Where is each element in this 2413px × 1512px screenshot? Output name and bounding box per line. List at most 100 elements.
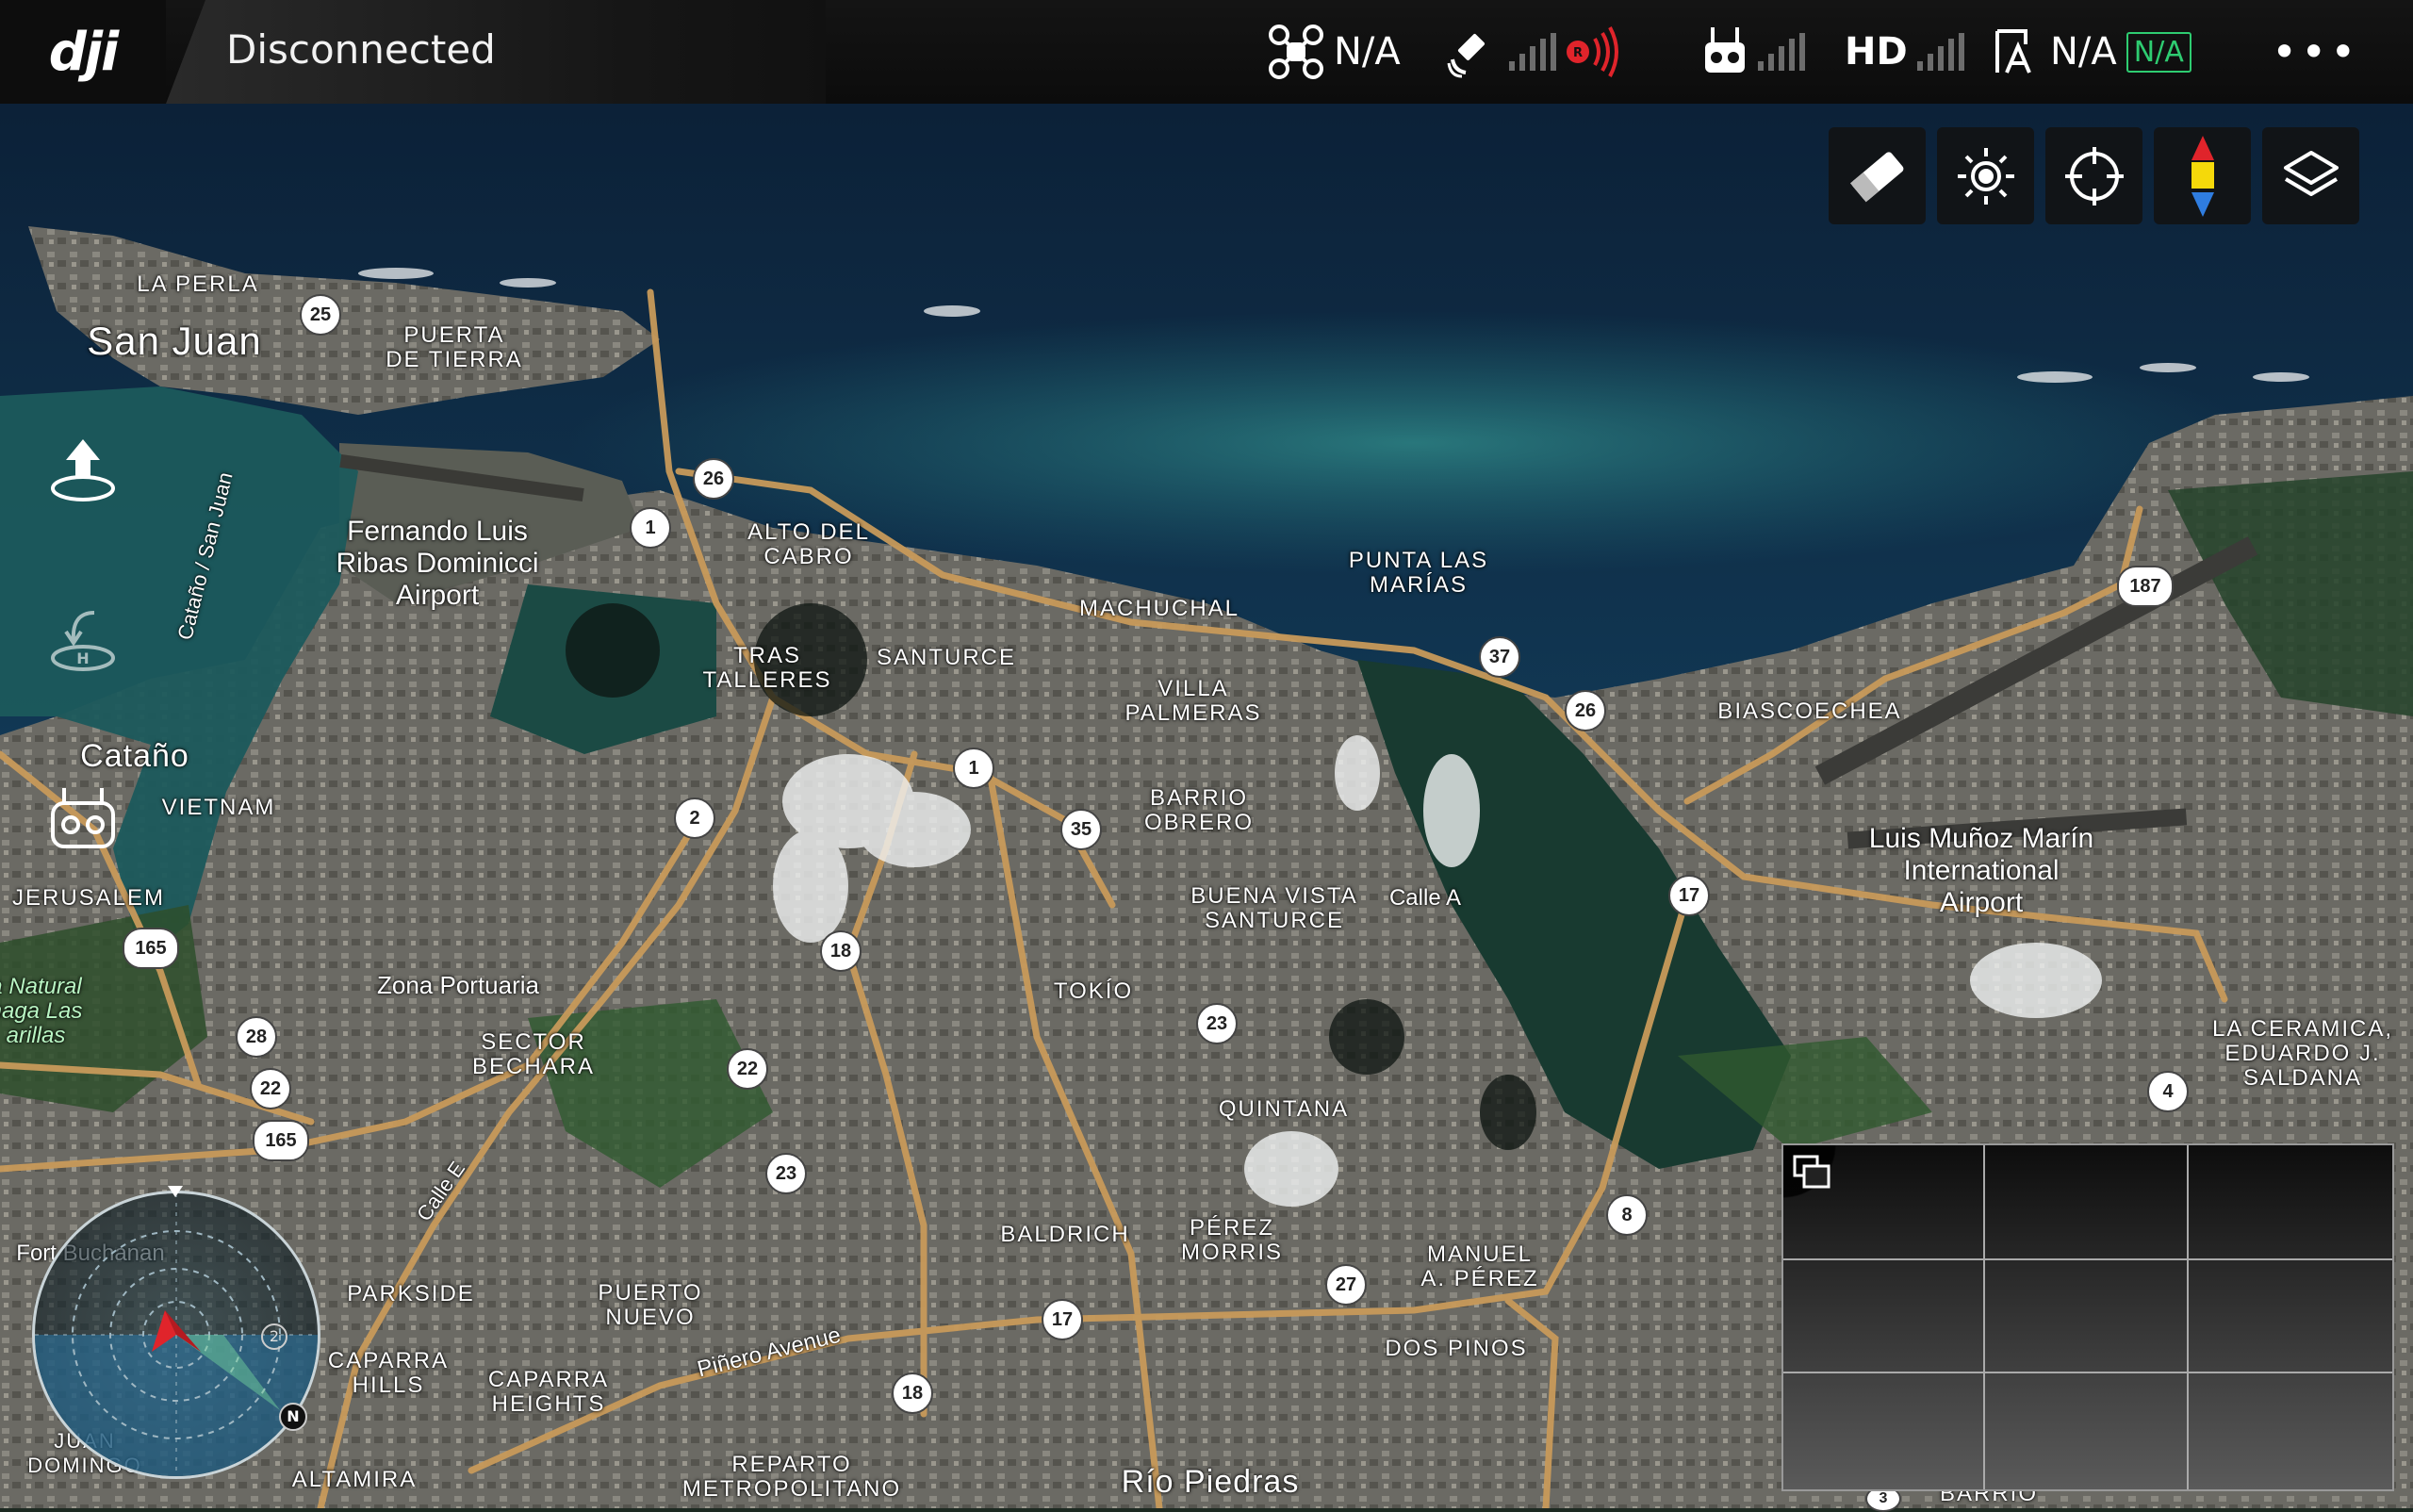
brightness-icon: [1957, 147, 2014, 205]
place-label: Cataño: [80, 738, 189, 774]
svg-text:R: R: [1573, 46, 1583, 60]
place-label: ALTAMIRA: [291, 1467, 418, 1492]
layers-icon: [2283, 150, 2339, 196]
route-shield: 165: [253, 1120, 309, 1161]
place-label: BARRIO OBRERO: [1143, 785, 1255, 835]
svg-text:H: H: [76, 649, 89, 667]
route-shield: 37: [1479, 636, 1520, 678]
place-label: VIETNAM: [161, 795, 276, 820]
locate-icon: [2064, 146, 2124, 205]
dji-logo: dji: [0, 0, 166, 104]
rc-signal-icon: R: [1567, 26, 1618, 77]
flight-mode-icon: [1995, 29, 2031, 74]
gps-status[interactable]: [1447, 21, 1556, 83]
locate-button[interactable]: [2045, 127, 2142, 224]
place-label: BUENA VISTA SANTURCE: [1190, 883, 1358, 933]
route-shield: 8: [1606, 1194, 1648, 1236]
radar-ring-label: 2: [261, 1323, 287, 1350]
place-label: QUINTANA: [1218, 1096, 1350, 1122]
place-label: CAPARRA HILLS: [327, 1348, 450, 1398]
radar-north-tick: [168, 1186, 183, 1197]
return-home-button[interactable]: H: [36, 594, 130, 688]
flight-mode-status[interactable]: N/A N/A: [1992, 21, 2191, 83]
video-link-status[interactable]: HD: [1845, 21, 1964, 83]
connection-status-label: Disconnected: [226, 26, 496, 73]
flight-mode-value: N/A: [2050, 30, 2117, 74]
route-shield: 25: [300, 294, 341, 336]
eraser-button[interactable]: [1829, 127, 1926, 224]
route-shield: 26: [1565, 690, 1606, 731]
place-label: PUERTA DE TIERRA: [386, 322, 523, 372]
route-shield: 22: [727, 1048, 768, 1090]
route-shield: 1: [630, 507, 671, 549]
route-shield: 17: [1668, 875, 1710, 916]
switch-view-button[interactable]: [1783, 1145, 1844, 1206]
video-signal-bars: [1916, 33, 1964, 71]
camera-preview[interactable]: [1781, 1143, 2394, 1491]
place-label: TOKÍO: [1053, 978, 1134, 1004]
satellite-icon: [1447, 33, 1486, 78]
gps-signal-bars: [1509, 33, 1556, 71]
route-shield: 23: [765, 1153, 807, 1194]
takeoff-button[interactable]: [36, 424, 130, 518]
compass-icon: [2191, 135, 2214, 217]
route-shield: 28: [236, 1016, 277, 1058]
top-status-bar: dji Disconnected N/A R HD N/A N/A •••: [0, 0, 2413, 104]
route-shield: 23: [1196, 1003, 1238, 1044]
place-label: Luis Muñoz Marín International Airport: [1868, 823, 2094, 918]
video-link-label: HD: [1845, 30, 1908, 74]
aircraft-status[interactable]: N/A: [1268, 21, 1401, 83]
layers-button[interactable]: [2262, 127, 2359, 224]
more-icon: •••: [2272, 26, 2360, 77]
compass-button[interactable]: [2154, 127, 2251, 224]
remote-controller-icon: [51, 788, 115, 848]
place-label: DOS PINOS: [1385, 1336, 1528, 1361]
remote-controller-icon: [1705, 27, 1745, 73]
north-indicator: N: [279, 1403, 307, 1431]
route-shield: 18: [820, 930, 862, 972]
place-label: MANUEL A. PÉREZ: [1420, 1241, 1539, 1291]
place-label: TRAS TALLERES: [702, 643, 832, 693]
route-shield: 27: [1325, 1264, 1367, 1306]
place-label: BALDRICH: [1000, 1222, 1130, 1247]
flight-mode-badge: N/A: [2126, 31, 2191, 73]
place-label: LA CERAMICA, EDUARDO J. SALDANA: [2211, 1016, 2394, 1091]
place-label: JERUSALEM: [11, 885, 166, 911]
return-home-icon: H: [51, 611, 115, 671]
place-label: San Juan: [87, 319, 262, 363]
place-label: ALTO DEL CABRO: [747, 519, 870, 569]
connection-status[interactable]: Disconnected: [166, 0, 826, 104]
route-shield: 18: [892, 1372, 933, 1414]
place-label: BIASCOECHEA: [1717, 698, 1902, 724]
place-label: PUNTA LAS MARÍAS: [1348, 548, 1489, 598]
switch-view-icon: [1793, 1155, 1830, 1189]
route-shield: 35: [1060, 809, 1102, 850]
place-label: Calle A: [1388, 885, 1462, 911]
route-shield: 22: [250, 1068, 291, 1109]
remote-controller-button[interactable]: [36, 773, 130, 867]
place-label: Zona Portuaria: [377, 971, 539, 999]
route-shield: 26: [693, 458, 734, 500]
rc-signal-bars: [1758, 33, 1805, 71]
brightness-button[interactable]: [1937, 127, 2034, 224]
route-shield: 17: [1042, 1299, 1083, 1340]
place-label: REPARTO METROPOLITANO: [681, 1452, 902, 1502]
place-label: SANTURCE: [876, 645, 1017, 670]
place-label: SECTOR BECHARA: [471, 1029, 596, 1079]
route-shield: 165: [123, 928, 179, 969]
place-label: Fernando Luis Ribas Dominicci Airport: [336, 516, 539, 611]
drone-icon: [1269, 25, 1323, 79]
radar-compass[interactable]: 2: [32, 1191, 320, 1479]
more-menu-button[interactable]: •••: [2272, 21, 2359, 83]
remote-controller-status[interactable]: [1701, 21, 1805, 83]
rc-signal-alert[interactable]: R: [1555, 21, 1621, 83]
place-label: a Natural naga Las arillas: [0, 974, 83, 1048]
place-label: PUERTO NUEVO: [598, 1280, 703, 1330]
place-label: Río Piedras: [1121, 1464, 1300, 1500]
route-shield: 4: [2147, 1071, 2189, 1112]
place-label: PÉREZ MORRIS: [1181, 1215, 1283, 1265]
route-shield: 1: [953, 748, 994, 789]
route-shield: 2: [674, 797, 715, 839]
place-label: PARKSIDE: [347, 1281, 475, 1307]
aircraft-status-value: N/A: [1334, 30, 1401, 74]
